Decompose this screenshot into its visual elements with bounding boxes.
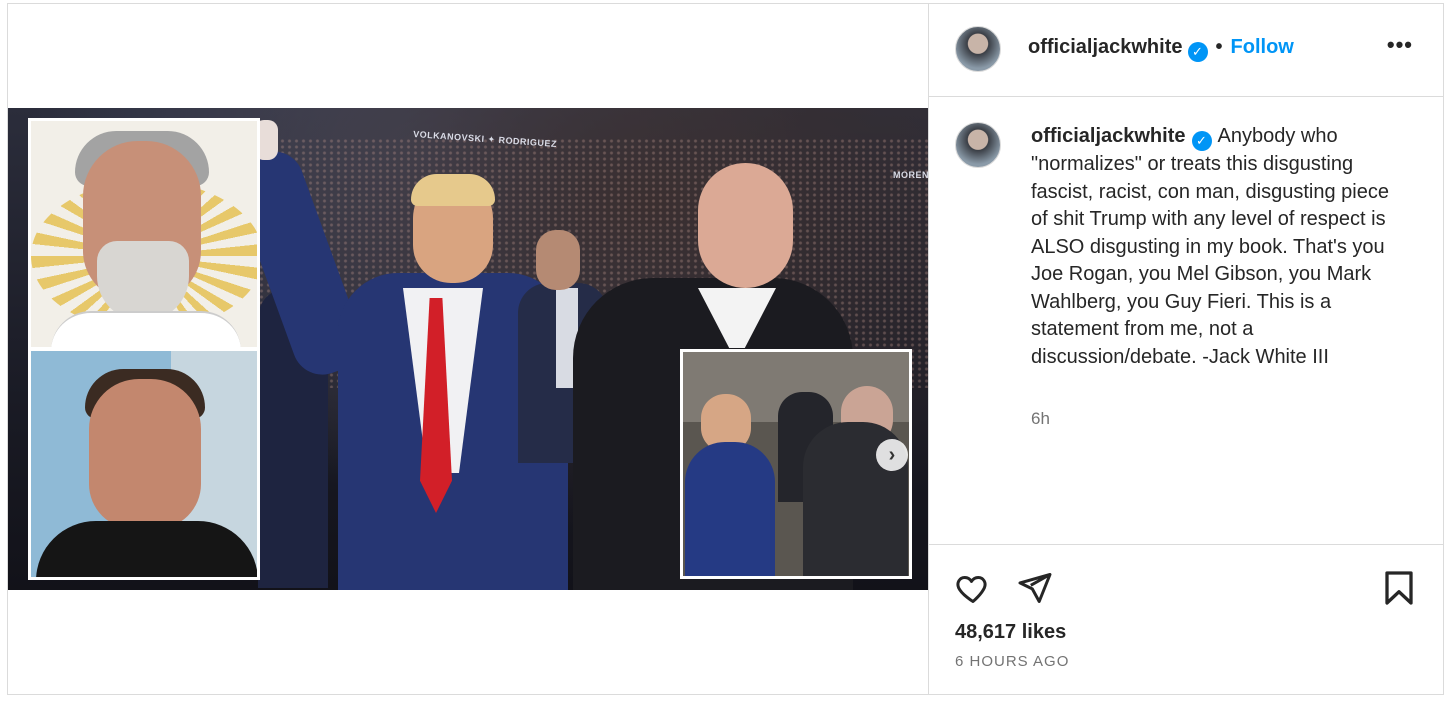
- post-photo[interactable]: VOLKANOVSKI ✦ RODRIGUEZ MORENO: [8, 108, 928, 590]
- more-options-icon[interactable]: •••: [1387, 32, 1413, 58]
- post-sidebar: officialjackwhite ✓ • Follow ••• officialja…: [929, 4, 1443, 694]
- leather-jacket: [36, 521, 257, 577]
- post-media: VOLKANOVSKI ✦ RODRIGUEZ MORENO: [8, 4, 929, 694]
- guard-head: [536, 230, 580, 290]
- white-shirt-inset: [51, 311, 241, 347]
- heart-icon[interactable]: [955, 570, 991, 606]
- comments-section: officialjackwhite ✓ Anybody who "normalize…: [929, 97, 1443, 545]
- blue-suit-figure: [685, 442, 775, 576]
- caption-timestamp[interactable]: 6h: [1031, 409, 1050, 429]
- arena-banner-right: MORENO: [893, 170, 928, 180]
- carousel-next-button[interactable]: ›: [876, 439, 908, 471]
- header-user-row: officialjackwhite ✓ • Follow: [1028, 36, 1294, 62]
- caption-username-link[interactable]: officialjackwhite: [1031, 125, 1186, 147]
- avatar[interactable]: [955, 122, 1001, 168]
- send-icon[interactable]: [1017, 570, 1053, 606]
- inset-photo-bottom-left: [28, 348, 260, 580]
- inset-photo-handshake: [680, 349, 912, 579]
- post-caption: officialjackwhite ✓ Anybody who "normalize…: [1031, 123, 1411, 371]
- post-date[interactable]: 6 HOURS AGO: [955, 653, 1069, 670]
- inset-face: [89, 379, 201, 529]
- caption-text: Anybody who "normalizes" or treats this …: [1031, 125, 1389, 368]
- inset-photo-top-left: [28, 118, 260, 350]
- follow-button[interactable]: Follow: [1231, 36, 1294, 58]
- separator-dot: •: [1215, 36, 1223, 58]
- instagram-post: VOLKANOVSKI ✦ RODRIGUEZ MORENO: [7, 3, 1444, 695]
- center-figure-hair: [411, 174, 495, 206]
- chevron-right-icon: ›: [888, 444, 896, 466]
- post-actions: 48,617 likes 6 HOURS AGO: [929, 545, 1443, 695]
- username-link[interactable]: officialjackwhite: [1028, 36, 1183, 58]
- bald-figure-head: [698, 163, 793, 288]
- bookmark-icon[interactable]: [1383, 570, 1415, 606]
- verified-badge-icon: ✓: [1187, 42, 1208, 62]
- verified-badge-icon: ✓: [1191, 131, 1212, 151]
- post-header: officialjackwhite ✓ • Follow •••: [929, 4, 1443, 97]
- likes-count[interactable]: 48,617 likes: [955, 621, 1066, 644]
- avatar[interactable]: [955, 26, 1001, 72]
